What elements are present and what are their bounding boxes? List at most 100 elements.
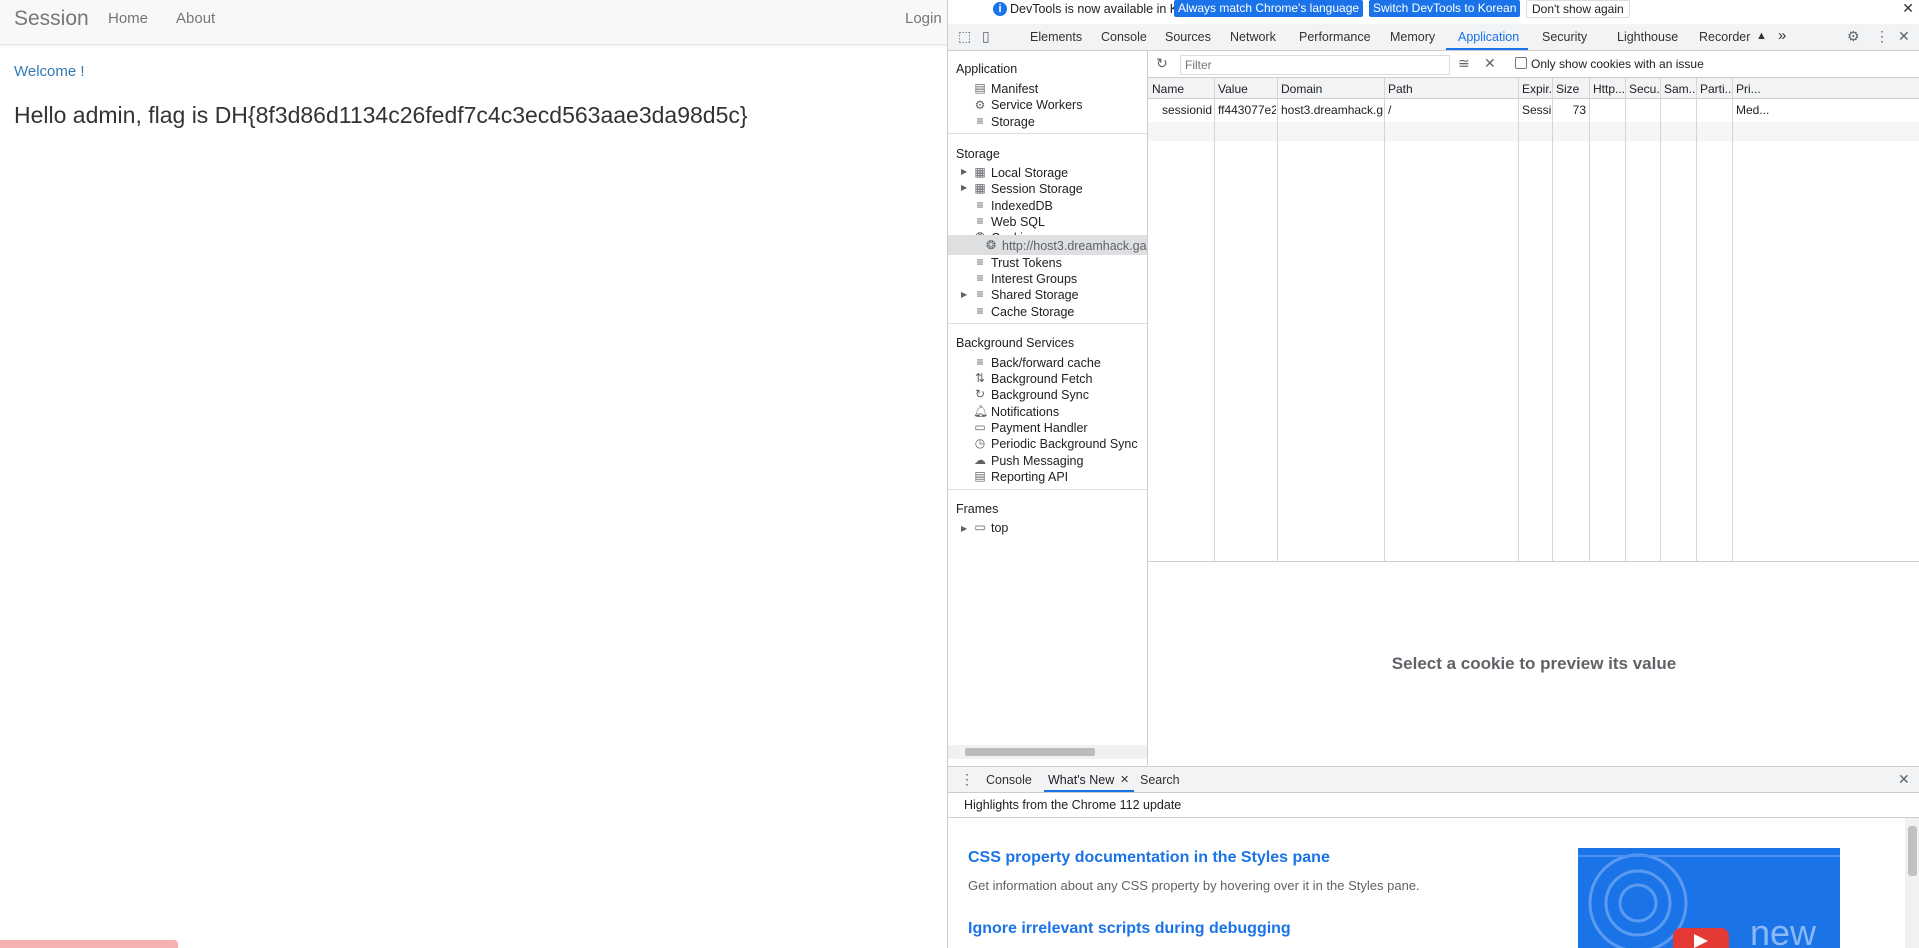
- refresh-icon[interactable]: ↻: [1156, 55, 1168, 72]
- more-tabs-icon[interactable]: »: [1778, 27, 1786, 44]
- close-whats-new-icon[interactable]: ✕: [1120, 773, 1129, 786]
- welcome-text: Welcome !: [14, 63, 85, 80]
- expand-shared-storage-icon[interactable]: ▶: [961, 290, 967, 299]
- bfcache-icon: ≡: [976, 355, 984, 369]
- settings-gear-icon[interactable]: ⚙: [1847, 28, 1860, 45]
- periodic-sync-clock-icon: ◷: [974, 436, 986, 450]
- column-divider: [1277, 78, 1278, 561]
- cookie-cell-priority[interactable]: Med...: [1736, 103, 1776, 117]
- drawer-active-indicator: [1044, 790, 1134, 792]
- sidebar-item-notifications[interactable]: Notifications: [991, 405, 1059, 419]
- sidebar-item-bfcache[interactable]: Back/forward cache: [991, 356, 1101, 370]
- nav-login-link[interactable]: Login: [905, 10, 942, 27]
- background-fetch-icon: ⇅: [974, 371, 986, 385]
- tab-network[interactable]: Network: [1230, 30, 1276, 44]
- expand-local-storage-icon[interactable]: ▶: [961, 167, 967, 176]
- cookie-cell-expires[interactable]: Sessi...: [1522, 103, 1552, 117]
- sidebar-item-storage[interactable]: Storage: [991, 115, 1035, 129]
- device-toolbar-icon[interactable]: ▯: [982, 28, 990, 45]
- cookie-cell-value[interactable]: ff443077e2...: [1218, 103, 1276, 117]
- column-header-path[interactable]: Path: [1388, 82, 1516, 96]
- column-header-size[interactable]: Size: [1556, 82, 1588, 96]
- tab-security[interactable]: Security: [1542, 30, 1587, 44]
- sidebar-item-indexeddb[interactable]: IndexedDB: [991, 199, 1053, 213]
- nav-about-link[interactable]: About: [176, 10, 215, 27]
- cookie-cell-name[interactable]: sessionid: [1162, 103, 1212, 117]
- column-header-expires[interactable]: Expir...: [1522, 82, 1552, 96]
- cookie-cell-domain[interactable]: host3.dreamhack.ga...: [1281, 103, 1383, 117]
- drawer-tab-whats-new[interactable]: What's New: [1048, 773, 1114, 787]
- sidebar-item-cache-storage[interactable]: Cache Storage: [991, 305, 1074, 319]
- tab-recorder[interactable]: Recorder: [1699, 30, 1750, 44]
- cookie-origin-icon: ❂: [985, 238, 997, 252]
- only-issues-label: Only show cookies with an issue: [1531, 57, 1704, 71]
- cookie-cell-size[interactable]: 73: [1556, 103, 1586, 117]
- tab-application[interactable]: Application: [1458, 30, 1519, 44]
- cookie-cell-path[interactable]: /: [1388, 103, 1516, 117]
- column-divider: [1625, 78, 1626, 561]
- column-header-domain[interactable]: Domain: [1281, 82, 1381, 96]
- clear-filtered-cookies-icon[interactable]: ≅: [1458, 55, 1470, 72]
- sidebar-item-web-sql[interactable]: Web SQL: [991, 215, 1045, 229]
- switch-korean-button[interactable]: Switch DevTools to Korean: [1369, 0, 1521, 17]
- close-devtools-icon[interactable]: ✕: [1898, 28, 1910, 45]
- sidebar-item-session-storage[interactable]: Session Storage: [991, 182, 1083, 196]
- sidebar-item-interest-groups[interactable]: Interest Groups: [991, 272, 1077, 286]
- tab-performance[interactable]: Performance: [1299, 30, 1371, 44]
- sidebar-item-shared-storage[interactable]: Shared Storage: [991, 288, 1079, 302]
- devtools-panel: i DevTools is now available in Korean! A…: [947, 0, 1919, 948]
- column-header-httponly[interactable]: Http...: [1593, 82, 1624, 96]
- expand-session-storage-icon[interactable]: ▶: [961, 183, 967, 192]
- nav-home-link[interactable]: Home: [108, 10, 148, 27]
- drawer-tab-search[interactable]: Search: [1140, 773, 1180, 787]
- cookie-toolbar: ↻ ≅ ✕ Only show cookies with an issue: [1148, 51, 1919, 78]
- tab-console[interactable]: Console: [1101, 30, 1147, 44]
- feature-title-css-docs[interactable]: CSS property documentation in the Styles…: [968, 849, 1330, 867]
- tab-memory[interactable]: Memory: [1390, 30, 1435, 44]
- sidebar-item-periodic-background-sync[interactable]: Periodic Background Sync: [991, 437, 1138, 451]
- sidebar-scroll-thumb[interactable]: [965, 748, 1095, 756]
- sidebar-item-trust-tokens[interactable]: Trust Tokens: [991, 256, 1062, 270]
- sidebar-item-background-fetch[interactable]: Background Fetch: [991, 372, 1092, 386]
- sidebar-item-manifest[interactable]: Manifest: [991, 82, 1038, 96]
- tab-elements[interactable]: Elements: [1030, 30, 1082, 44]
- column-header-partition-key[interactable]: Parti...: [1700, 82, 1731, 96]
- whats-new-scroll-thumb[interactable]: [1908, 826, 1917, 876]
- column-header-priority[interactable]: Pri...: [1736, 82, 1776, 96]
- column-header-value[interactable]: Value: [1218, 82, 1276, 96]
- whats-new-video-thumbnail[interactable]: new: [1578, 848, 1840, 948]
- match-language-button[interactable]: Always match Chrome's language: [1174, 0, 1364, 17]
- tab-sources[interactable]: Sources: [1165, 30, 1211, 44]
- cookie-filter-input[interactable]: [1180, 55, 1450, 75]
- only-issues-checkbox[interactable]: [1515, 57, 1527, 69]
- drawer-menu-icon[interactable]: ⋮: [960, 771, 974, 788]
- close-drawer-icon[interactable]: ✕: [1898, 771, 1910, 788]
- brand-link[interactable]: Session: [14, 7, 89, 31]
- delete-selected-icon[interactable]: ✕: [1484, 55, 1496, 72]
- column-divider: [1732, 78, 1733, 561]
- more-options-icon[interactable]: ⋮: [1875, 28, 1889, 45]
- divider: [948, 323, 1147, 324]
- sidebar-item-local-storage[interactable]: Local Storage: [991, 166, 1068, 180]
- websql-database-icon: ≡: [976, 214, 984, 228]
- column-header-secure[interactable]: Secu...: [1629, 82, 1659, 96]
- sidebar-item-service-workers[interactable]: Service Workers: [991, 98, 1082, 112]
- column-header-samesite[interactable]: Sam...: [1664, 82, 1695, 96]
- tab-lighthouse[interactable]: Lighthouse: [1617, 30, 1678, 44]
- dont-show-again-button[interactable]: Don't show again: [1526, 0, 1630, 18]
- sidebar-item-reporting-api[interactable]: Reporting API: [991, 470, 1068, 484]
- sidebar-item-payment-handler[interactable]: Payment Handler: [991, 421, 1088, 435]
- drawer-tab-console[interactable]: Console: [986, 773, 1032, 787]
- section-storage: Storage: [956, 147, 1000, 161]
- infobar-close-icon[interactable]: ✕: [1902, 0, 1914, 17]
- sidebar-item-push-messaging[interactable]: Push Messaging: [991, 454, 1083, 468]
- sidebar-item-background-sync[interactable]: Background Sync: [991, 388, 1089, 402]
- inspect-element-icon[interactable]: ⬚: [958, 28, 971, 45]
- status-url-bar: [0, 940, 178, 948]
- sidebar-item-cookie-origin[interactable]: http://host3.dreamhack.gar: [1002, 239, 1147, 253]
- expand-frame-top-icon[interactable]: ▶: [961, 524, 967, 533]
- trust-tokens-icon: ≡: [976, 255, 984, 269]
- feature-title-ignore-scripts[interactable]: Ignore irrelevant scripts during debuggi…: [968, 920, 1291, 938]
- column-header-name[interactable]: Name: [1152, 82, 1212, 96]
- sidebar-item-frame-top[interactable]: top: [991, 521, 1008, 535]
